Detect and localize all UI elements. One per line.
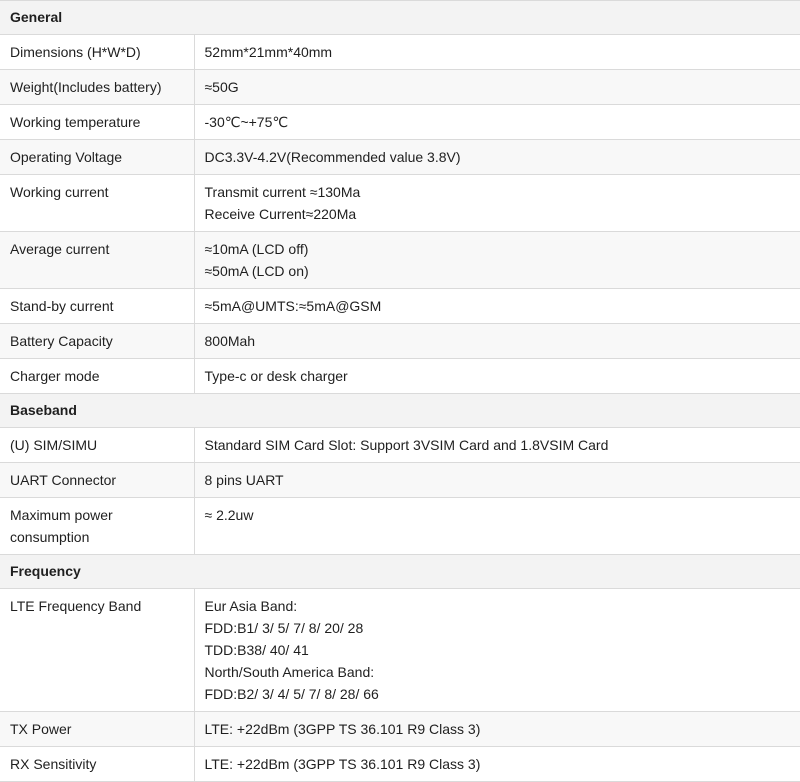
row-value: Transmit current ≈130Ma Receive Current≈…	[193, 174, 800, 232]
value-line: North/South America Band:	[204, 664, 375, 680]
row-label: Working temperature	[0, 104, 195, 140]
value-line: ≈50mA (LCD on)	[204, 263, 309, 279]
row-label: Average current	[0, 231, 195, 289]
section-general: General	[0, 0, 800, 35]
value-line: ≈10mA (LCD off)	[204, 241, 309, 257]
spec-table: General Dimensions (H*W*D) 52mm*21mm*40m…	[0, 0, 800, 782]
table-row-operating-voltage: Operating Voltage DC3.3V-4.2V(Recommende…	[0, 139, 800, 175]
table-row-battery-capacity: Battery Capacity 800Mah	[0, 323, 800, 359]
section-frequency: Frequency	[0, 554, 800, 589]
row-label: LTE Frequency Band	[0, 588, 195, 712]
row-value: -30℃~+75℃	[193, 104, 800, 140]
value-line: TDD:B38/ 40/ 41	[204, 642, 309, 658]
table-row-average-current: Average current ≈10mA (LCD off) ≈50mA (L…	[0, 231, 800, 289]
table-row-max-power: Maximum power consumption ≈ 2.2uw	[0, 497, 800, 555]
table-row-working-current: Working current Transmit current ≈130Ma …	[0, 174, 800, 232]
row-label: UART Connector	[0, 462, 195, 498]
value-line: FDD:B2/ 3/ 4/ 5/ 7/ 8/ 28/ 66	[204, 686, 379, 702]
row-label: TX Power	[0, 711, 195, 747]
section-title: Frequency	[0, 554, 800, 589]
section-baseband: Baseband	[0, 393, 800, 428]
table-row-lte-band: LTE Frequency Band Eur Asia Band: FDD:B1…	[0, 588, 800, 712]
row-value: ≈5mA@UMTS:≈5mA@GSM	[193, 288, 800, 324]
row-value: LTE: +22dBm (3GPP TS 36.101 R9 Class 3)	[193, 746, 800, 782]
value-line: Receive Current≈220Ma	[204, 206, 357, 222]
row-label: Charger mode	[0, 358, 195, 394]
row-value: 8 pins UART	[193, 462, 800, 498]
table-row-weight: Weight(Includes battery) ≈50G	[0, 69, 800, 105]
value-line: Eur Asia Band:	[204, 598, 298, 614]
row-label: Working current	[0, 174, 195, 232]
row-label: Battery Capacity	[0, 323, 195, 359]
table-row-charger-mode: Charger mode Type-c or desk charger	[0, 358, 800, 394]
table-row-sim: (U) SIM/SIMU Standard SIM Card Slot: Sup…	[0, 427, 800, 463]
section-title: Baseband	[0, 393, 800, 428]
table-row-working-temperature: Working temperature -30℃~+75℃	[0, 104, 800, 140]
row-label: Weight(Includes battery)	[0, 69, 195, 105]
row-label: Maximum power consumption	[0, 497, 195, 555]
row-label: Dimensions (H*W*D)	[0, 34, 195, 70]
row-value: ≈ 2.2uw	[193, 497, 800, 555]
row-label: RX Sensitivity	[0, 746, 195, 782]
table-row-uart: UART Connector 8 pins UART	[0, 462, 800, 498]
row-value: DC3.3V-4.2V(Recommended value 3.8V)	[193, 139, 800, 175]
row-value: Eur Asia Band: FDD:B1/ 3/ 5/ 7/ 8/ 20/ 2…	[193, 588, 800, 712]
value-line: Transmit current ≈130Ma	[204, 184, 361, 200]
table-row-dimensions: Dimensions (H*W*D) 52mm*21mm*40mm	[0, 34, 800, 70]
row-label: Operating Voltage	[0, 139, 195, 175]
row-value: ≈50G	[193, 69, 800, 105]
table-row-rx-sensitivity: RX Sensitivity LTE: +22dBm (3GPP TS 36.1…	[0, 746, 800, 782]
row-value: Type-c or desk charger	[193, 358, 800, 394]
value-line: FDD:B1/ 3/ 5/ 7/ 8/ 20/ 28	[204, 620, 364, 636]
table-row-standby-current: Stand-by current ≈5mA@UMTS:≈5mA@GSM	[0, 288, 800, 324]
row-value: LTE: +22dBm (3GPP TS 36.101 R9 Class 3)	[193, 711, 800, 747]
row-label: Stand-by current	[0, 288, 195, 324]
row-value: 800Mah	[193, 323, 800, 359]
row-value: ≈10mA (LCD off) ≈50mA (LCD on)	[193, 231, 800, 289]
section-title: General	[0, 0, 800, 35]
row-label: (U) SIM/SIMU	[0, 427, 195, 463]
row-value: Standard SIM Card Slot: Support 3VSIM Ca…	[193, 427, 800, 463]
table-row-tx-power: TX Power LTE: +22dBm (3GPP TS 36.101 R9 …	[0, 711, 800, 747]
row-value: 52mm*21mm*40mm	[193, 34, 800, 70]
